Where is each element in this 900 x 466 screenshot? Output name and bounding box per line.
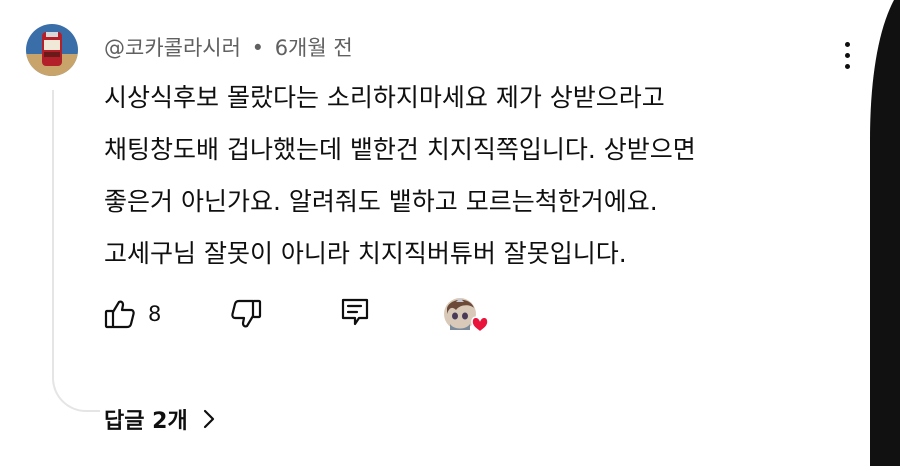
comment-screen: @코카콜라시러 • 6개월 전 시상식후보 몰랐다는 소리하지마세요 제가 상받… — [0, 0, 900, 466]
replies-count-label: 답글 2개 — [104, 409, 188, 434]
thumbs-up-icon — [104, 300, 135, 329]
timestamp[interactable]: 6개월 전 — [275, 36, 353, 60]
author-name[interactable]: @코카콜라시러 — [104, 36, 241, 60]
dislike-button[interactable] — [230, 298, 262, 330]
comment-line: 시상식후보 몰랐다는 소리하지마세요 제가 상받으라고 — [104, 83, 665, 112]
avatar[interactable] — [26, 24, 78, 76]
comment-line: 채팅창도배 겁나했는데 뱉한건 치지직쪽입니다. 상받으면 — [104, 135, 696, 164]
replies-toggle[interactable]: 답글 2개 — [104, 402, 216, 436]
reply-thread-line — [52, 90, 100, 412]
reply-icon — [341, 298, 369, 326]
background-edge — [870, 0, 900, 466]
creator-heart-icon — [442, 296, 490, 336]
more-vertical-icon[interactable] — [834, 40, 862, 74]
comment-header: @코카콜라시러 • 6개월 전 — [104, 32, 353, 62]
comment-line: 고세구님 잘못이 아니라 치지직버튜버 잘못입니다. — [104, 239, 627, 268]
reply-button[interactable] — [339, 296, 371, 328]
separator-dot: • — [251, 36, 264, 60]
thumbs-down-icon — [231, 299, 262, 328]
chevron-right-icon — [203, 409, 214, 429]
comment-line: 좋은거 아닌가요. 알려줘도 뱉하고 모르는척한거에요. — [104, 187, 658, 216]
like-button[interactable] — [104, 298, 136, 330]
comment-text: 시상식후보 몰랐다는 소리하지마세요 제가 상받으라고 채팅창도배 겁나했는데 … — [104, 72, 844, 280]
like-count: 8 — [148, 302, 162, 326]
